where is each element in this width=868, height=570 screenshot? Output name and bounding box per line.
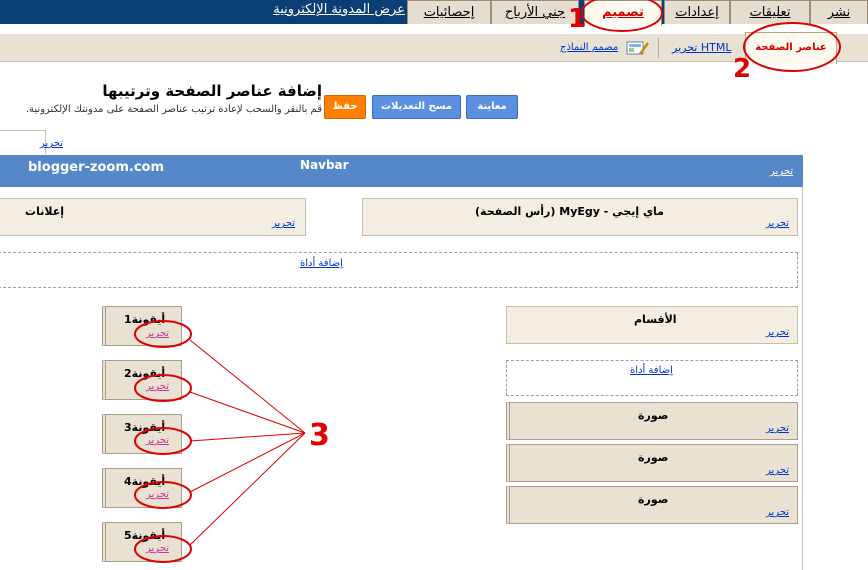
annotation-circle-edit-5 xyxy=(134,535,192,563)
annotation-line-4 xyxy=(189,432,306,493)
annotation-circle-page-elements xyxy=(743,22,841,72)
annotation-number-3: 3 xyxy=(309,418,330,453)
annotation-number-1: 1 xyxy=(568,4,587,34)
annotation-circle-design-tab xyxy=(581,0,663,32)
annotation-number-2: 2 xyxy=(733,54,752,84)
annotation-circle-edit-1 xyxy=(134,320,192,348)
annotation-line-2 xyxy=(189,391,306,434)
annotation-circle-edit-3 xyxy=(134,427,192,455)
annotation-line-1 xyxy=(189,339,306,434)
annotation-circle-edit-2 xyxy=(134,374,192,402)
annotation-circle-edit-4 xyxy=(134,481,192,509)
annotation-overlay xyxy=(134,0,841,563)
annotation-line-3 xyxy=(189,432,306,442)
annotation-line-5 xyxy=(189,432,306,546)
